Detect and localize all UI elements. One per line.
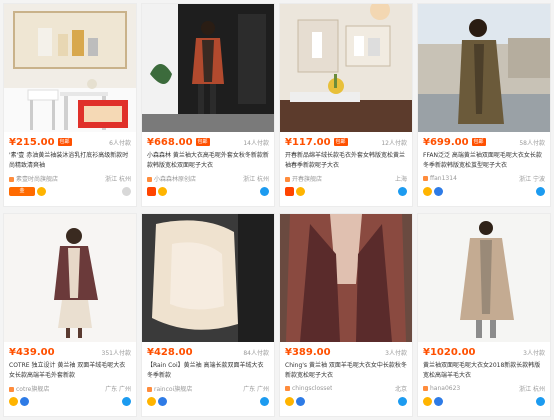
- wangwang-chat-icon[interactable]: [398, 186, 407, 196]
- wangwang-chat-icon[interactable]: [260, 396, 269, 406]
- product-image[interactable]: [4, 4, 136, 132]
- product-price: ¥215.00: [9, 136, 55, 148]
- product-card[interactable]: ¥215.00 包邮 6人付款 '素'壹 赤油黄兰袖装沐浴乳打底衫高级新款时尚精…: [3, 3, 137, 207]
- product-image[interactable]: [418, 4, 550, 132]
- free-shipping-tag: 包邮: [471, 138, 486, 146]
- wangwang-chat-icon[interactable]: [536, 396, 545, 406]
- shop-location: 广东 广州: [243, 385, 269, 393]
- crown-icon: [423, 186, 432, 196]
- product-card[interactable]: ¥1020.00 3人付款 黄兰袖双面呢毛呢大衣女2018新款长款韩版宽松高端羊…: [417, 213, 551, 417]
- free-shipping-tag: 包邮: [57, 138, 72, 146]
- sales-count: 3人付款: [523, 349, 545, 357]
- product-price: ¥428.00: [147, 346, 193, 358]
- blue-shield-icon: [434, 396, 443, 406]
- shop-location: 广东 广州: [105, 385, 131, 393]
- tmall-badge-icon: [285, 186, 294, 196]
- product-price: ¥668.00: [147, 136, 193, 148]
- product-card[interactable]: ¥668.00 包邮 14人付款 小森森林 黄兰袖大衣高毛呢外套女秋冬新款新款韩…: [141, 3, 275, 207]
- wangwang-chat-icon[interactable]: [536, 186, 545, 196]
- sales-count: 14人付款: [243, 139, 269, 147]
- product-image[interactable]: [280, 214, 412, 342]
- crown-icon: [296, 186, 305, 196]
- shop-location: 北京: [394, 385, 407, 393]
- crown-icon: [37, 186, 46, 196]
- shop-name[interactable]: 开春旗舰店: [285, 174, 322, 183]
- blue-shield-icon: [20, 396, 29, 406]
- product-card[interactable]: ¥699.00 包邮 58人付款 FFAN泛泛 高端黄兰袖双面呢毛呢大衣女长款冬…: [417, 3, 551, 207]
- product-title[interactable]: 【Rain Coi】黄兰袖 高端长款双面羊绒大衣冬季新款: [147, 361, 269, 381]
- shop-name[interactable]: hana0623: [423, 385, 460, 392]
- free-shipping-tag: 包邮: [333, 138, 348, 146]
- product-price: ¥389.00: [285, 346, 331, 358]
- product-price: ¥699.00: [423, 136, 469, 148]
- blue-shield-icon: [434, 186, 443, 196]
- sales-count: 6人付款: [109, 139, 131, 147]
- product-price: ¥439.00: [9, 346, 55, 358]
- crown-icon: [285, 396, 294, 406]
- product-card[interactable]: ¥389.00 3人付款 Ching's 黄兰袖 双面羊毛呢大衣女中长款秋冬新款…: [279, 213, 413, 417]
- shop-location: 浙江 杭州: [519, 385, 545, 393]
- product-title[interactable]: 开春新品绵羊绒长款毛衣外套女韩版宽松黄兰袖春季新款呢子大衣: [285, 151, 407, 171]
- product-image[interactable]: [4, 214, 136, 342]
- crown-icon: [9, 396, 18, 406]
- shop-name[interactable]: cotre旗舰店: [9, 384, 49, 393]
- shop-name[interactable]: ffan1314: [423, 175, 457, 182]
- product-price: ¥1020.00: [423, 346, 476, 358]
- wangwang-chat-icon[interactable]: [122, 396, 131, 406]
- product-title[interactable]: FFAN泛泛 高端黄兰袖双面呢毛呢大衣女长款冬季新款韩版宽松茧型呢子大衣: [423, 151, 545, 171]
- product-price: ¥117.00: [285, 136, 331, 148]
- wangwang-chat-icon[interactable]: [122, 186, 131, 196]
- crown-icon: [147, 396, 156, 406]
- sales-count: 12人付款: [381, 139, 407, 147]
- shop-name[interactable]: 小森森林原创店: [147, 174, 196, 183]
- product-card[interactable]: ¥439.00 351人付款 COTRE 独立设计 黄兰袖 双面羊绒毛呢大衣女长…: [3, 213, 137, 417]
- product-image[interactable]: [280, 4, 412, 132]
- shop-name[interactable]: chingsclosset: [285, 385, 332, 392]
- sales-count: 84人付款: [243, 349, 269, 357]
- product-title[interactable]: 黄兰袖双面呢毛呢大衣女2018新款长款韩版宽松高端羊毛大衣: [423, 361, 545, 381]
- product-title[interactable]: COTRE 独立设计 黄兰袖 双面羊绒毛呢大衣女长款高端羊毛外套新款: [9, 361, 131, 381]
- product-image[interactable]: [418, 214, 550, 342]
- product-image[interactable]: [142, 4, 274, 132]
- sales-count: 3人付款: [385, 349, 407, 357]
- blue-shield-icon: [158, 396, 167, 406]
- product-title[interactable]: 小森森林 黄兰袖大衣高毛呢外套女秋冬新款新款韩版宽松双面呢子大衣: [147, 151, 269, 171]
- product-card[interactable]: ¥428.00 84人付款 【Rain Coi】黄兰袖 高端长款双面羊绒大衣冬季…: [141, 213, 275, 417]
- shop-location: 浙江 杭州: [105, 175, 131, 183]
- sales-count: 351人付款: [101, 349, 131, 357]
- service-badge-icon: 金: [9, 186, 35, 196]
- product-image[interactable]: [142, 214, 274, 342]
- sales-count: 58人付款: [519, 139, 545, 147]
- crown-icon: [423, 396, 432, 406]
- product-card[interactable]: ¥117.00 包邮 12人付款 开春新品绵羊绒长款毛衣外套女韩版宽松黄兰袖春季…: [279, 3, 413, 207]
- wangwang-chat-icon[interactable]: [260, 186, 269, 196]
- crown-icon: [158, 186, 167, 196]
- blue-shield-icon: [296, 396, 305, 406]
- shop-location: 浙江 杭州: [243, 175, 269, 183]
- shop-name[interactable]: raincoi旗舰店: [147, 384, 192, 393]
- product-grid: ¥215.00 包邮 6人付款 '素'壹 赤油黄兰袖装沐浴乳打底衫高级新款时尚精…: [3, 3, 551, 417]
- wangwang-chat-icon[interactable]: [398, 396, 407, 406]
- shop-name[interactable]: 素壹时尚旗舰店: [9, 174, 58, 183]
- product-title[interactable]: Ching's 黄兰袖 双面羊毛呢大衣女中长款秋冬新款宽松呢子大衣: [285, 361, 407, 381]
- product-title[interactable]: '素'壹 赤油黄兰袖装沐浴乳打底衫高级新款时尚精致清爽袖: [9, 151, 131, 171]
- free-shipping-tag: 包邮: [195, 138, 210, 146]
- shop-location: 上海: [394, 175, 407, 183]
- tmall-badge-icon: [147, 186, 156, 196]
- shop-location: 浙江 宁波: [519, 175, 545, 183]
